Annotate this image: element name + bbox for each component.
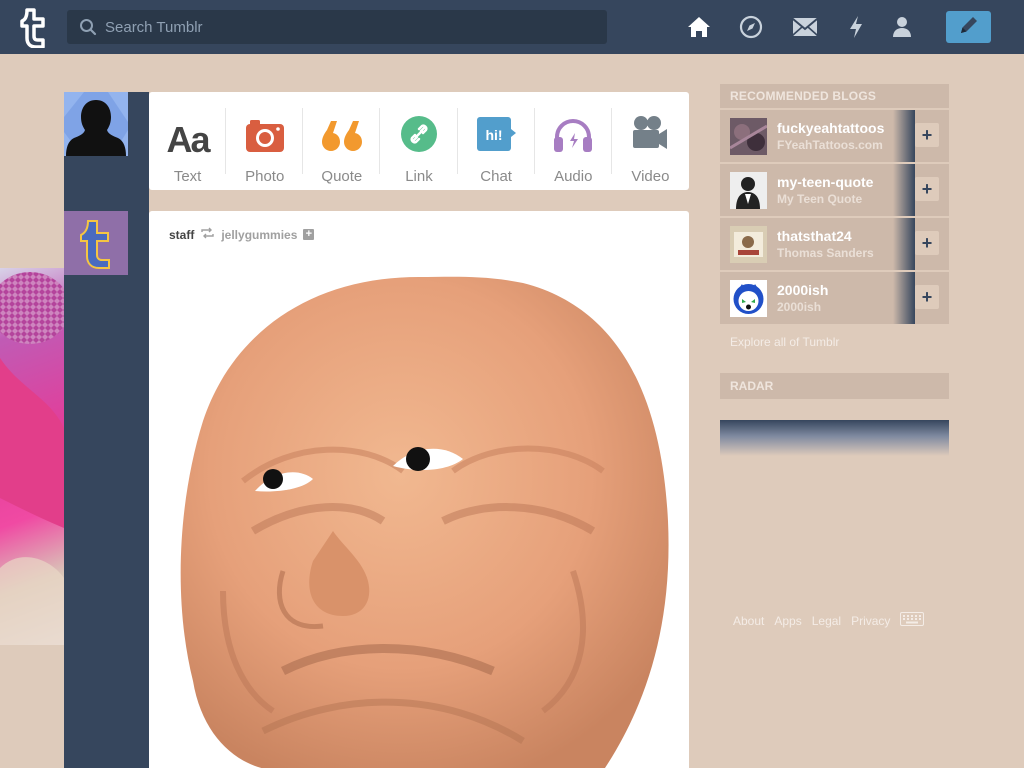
blog-avatar[interactable]	[730, 118, 767, 155]
post-type-bar: Aa Text Photo Quote Link hi! Chat Audio	[149, 92, 689, 190]
footer-links: About Apps Legal Privacy	[733, 612, 925, 629]
blog-title: FYeahTattoos.com	[777, 138, 883, 152]
post-type-chat-button[interactable]: hi! Chat	[458, 92, 535, 190]
tumblr-logo[interactable]	[14, 6, 54, 49]
svg-text:hi!: hi!	[486, 127, 503, 143]
fade-overlay	[893, 272, 915, 324]
staff-avatar[interactable]	[64, 211, 128, 275]
post-photo[interactable]	[163, 271, 675, 768]
pencil-icon	[958, 14, 980, 41]
recommended-blogs-list: fuckyeahtattoos FYeahTattoos.com + my-te…	[720, 110, 949, 324]
headphones-icon	[553, 119, 593, 158]
fade-overlay	[893, 110, 915, 162]
blog-name[interactable]: my-teen-quote	[777, 174, 873, 190]
text-icon: Aa	[166, 119, 211, 160]
blog-avatar[interactable]	[730, 280, 767, 317]
blog-avatar[interactable]	[730, 226, 767, 263]
post-type-label: Chat	[480, 168, 512, 185]
camera-icon	[245, 119, 285, 158]
post-author-link[interactable]: staff	[169, 228, 194, 242]
blog-title: My Teen Quote	[777, 192, 863, 206]
chat-icon: hi!	[475, 115, 517, 158]
post-type-video-button[interactable]: Video	[612, 92, 689, 190]
radar-post[interactable]	[720, 420, 949, 456]
recommended-blogs-heading: RECOMMENDED BLOGS	[720, 84, 949, 108]
dashboard-left-rail	[64, 92, 149, 768]
explore-all-link[interactable]: Explore all of Tumblr	[730, 335, 839, 349]
post-type-label: Photo	[245, 168, 285, 185]
post-type-photo-button[interactable]: Photo	[226, 92, 304, 190]
quote-icon	[321, 119, 363, 158]
recommended-blog-item[interactable]: fuckyeahtattoos FYeahTattoos.com +	[720, 110, 949, 164]
blog-avatar[interactable]	[730, 172, 767, 209]
follow-button[interactable]: +	[915, 177, 939, 201]
background-photo	[0, 268, 64, 645]
recommended-blog-item[interactable]: my-teen-quote My Teen Quote +	[720, 164, 949, 218]
fade-overlay	[893, 218, 915, 270]
messages-icon[interactable]	[792, 14, 818, 40]
account-icon[interactable]	[889, 14, 915, 40]
post-type-label: Text	[173, 168, 202, 185]
dashboard-post: staff jellygummies +	[149, 211, 689, 768]
follow-button[interactable]: +	[915, 285, 939, 309]
explore-icon[interactable]	[738, 14, 764, 40]
post-type-link-button[interactable]: Link	[380, 92, 458, 190]
blog-title: 2000ish	[777, 300, 822, 314]
compose-button[interactable]	[946, 11, 991, 43]
footer-apps-link[interactable]: Apps	[774, 614, 801, 628]
footer-privacy-link[interactable]: Privacy	[851, 614, 890, 628]
keyboard-shortcuts-icon[interactable]	[900, 612, 925, 629]
blog-title: Thomas Sanders	[777, 246, 874, 260]
follow-plus-icon[interactable]: +	[303, 229, 315, 240]
recommended-blog-item[interactable]: thatsthat24 Thomas Sanders +	[720, 218, 949, 272]
top-navigation-bar	[0, 0, 1024, 54]
post-type-label: Quote	[321, 168, 363, 185]
follow-button[interactable]: +	[915, 123, 939, 147]
footer-legal-link[interactable]: Legal	[812, 614, 841, 628]
search-bar	[67, 10, 607, 44]
blog-name[interactable]: fuckyeahtattoos	[777, 120, 884, 136]
fade-overlay	[893, 164, 915, 216]
link-icon	[400, 115, 438, 158]
home-icon[interactable]	[686, 14, 712, 40]
post-type-label: Link	[405, 168, 433, 185]
post-header: staff jellygummies +	[169, 227, 315, 242]
search-input[interactable]	[105, 10, 585, 44]
post-type-label: Video	[631, 168, 670, 185]
footer-about-link[interactable]: About	[733, 614, 764, 628]
blog-name[interactable]: thatsthat24	[777, 228, 852, 244]
radar-heading: RADAR	[720, 373, 949, 399]
reblog-icon	[200, 227, 215, 242]
search-icon	[79, 18, 97, 41]
post-type-audio-button[interactable]: Audio	[535, 92, 612, 190]
video-camera-icon	[631, 115, 669, 158]
post-type-label: Audio	[554, 168, 593, 185]
user-avatar[interactable]	[64, 92, 128, 156]
follow-button[interactable]: +	[915, 231, 939, 255]
post-type-quote-button[interactable]: Quote	[303, 92, 381, 190]
recommended-blogs: RECOMMENDED BLOGS fuckyeahtattoos FYeahT…	[720, 84, 949, 324]
recommended-blog-item[interactable]: 2000ish 2000ish +	[720, 272, 949, 324]
post-type-text-button[interactable]: Aa Text	[149, 92, 227, 190]
blog-name[interactable]: 2000ish	[777, 282, 828, 298]
activity-icon[interactable]	[843, 14, 869, 40]
reblogged-from-link[interactable]: jellygummies	[221, 228, 297, 242]
